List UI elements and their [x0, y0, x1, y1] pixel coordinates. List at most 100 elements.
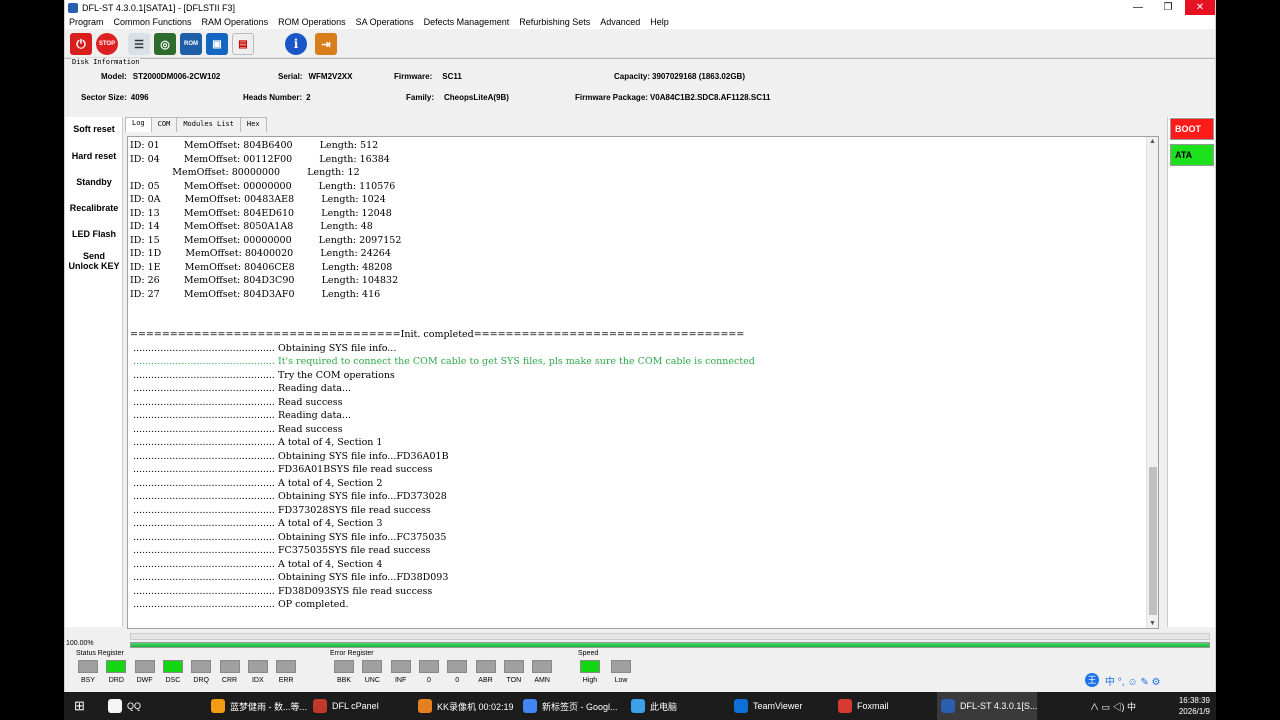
ime-toolbar[interactable]: 王 中 °, ☺ ✎ ⚙ — [1085, 673, 1160, 688]
led-flash-button[interactable]: LED Flash — [65, 229, 123, 239]
firmware-package-value: V0A84C1B2.SDC8.AF1128.SC11 — [649, 93, 771, 102]
minimize-button[interactable]: — — [1123, 0, 1153, 15]
maximize-button[interactable]: ❐ — [1153, 0, 1183, 15]
ime-status[interactable]: 中 °, ☺ ✎ ⚙ — [1105, 673, 1160, 688]
menu-program[interactable]: Program — [69, 17, 104, 27]
led-indicator — [532, 660, 553, 673]
scroll-up-icon[interactable]: ▲ — [1149, 138, 1156, 145]
system-tray[interactable]: ∧ ▭ ◁) 中 — [1090, 700, 1136, 713]
log-line: ........................................… — [130, 572, 449, 583]
menu-common-functions[interactable]: Common Functions — [114, 17, 192, 27]
menu-help[interactable]: Help — [650, 17, 669, 27]
log-line: ID: 01 MemOffset: 804B6400 Length: 512 — [130, 140, 379, 151]
tab-log[interactable]: Log — [125, 117, 152, 132]
led-label: DWF — [136, 677, 153, 684]
taskbar-item-label: DFL cPanel — [332, 701, 379, 711]
log-scrollbar[interactable]: ▲ ▼ — [1146, 137, 1158, 628]
hard-reset-button[interactable]: Hard reset — [65, 151, 123, 161]
menu-refurbishing-sets[interactable]: Refurbishing Sets — [519, 17, 590, 27]
led-label: DRD — [108, 677, 124, 684]
led-indicator — [134, 660, 155, 673]
command-button-panel: Soft reset Hard reset Standby Recalibrat… — [65, 117, 123, 627]
log-line: ........................................… — [130, 545, 431, 556]
exit-icon[interactable]: ⇥ — [315, 33, 337, 55]
menu-advanced[interactable]: Advanced — [600, 17, 640, 27]
led-label: DSC — [165, 677, 181, 684]
report-icon[interactable]: ▤ — [232, 33, 254, 55]
log-line: ........................................… — [130, 464, 433, 475]
taskbar-item-label: 此电脑 — [650, 701, 678, 712]
taskbar-item[interactable]: QQ — [104, 692, 202, 720]
led-label: BSY — [80, 677, 95, 684]
led-label: 0 — [426, 677, 431, 684]
heads-number-value: 2 — [306, 93, 311, 102]
tab-modules-list[interactable]: Modules List — [176, 117, 241, 132]
log-output-area[interactable]: ID: 01 MemOffset: 804B6400 Length: 512 ID… — [127, 136, 1159, 629]
info-icon[interactable]: i — [285, 33, 307, 55]
radar-icon[interactable]: ◎ — [154, 33, 176, 55]
family-value: CheopsLiteA(9B) — [444, 93, 509, 102]
led-label: CRR — [221, 677, 238, 684]
taskbar-item[interactable]: DFL cPanel — [309, 692, 407, 720]
led-indicator — [362, 660, 383, 673]
taskbar-item[interactable]: 此电脑 — [627, 692, 725, 720]
menu-rom-operations[interactable]: ROM Operations — [278, 17, 346, 27]
led-indicator — [418, 660, 439, 673]
log-line: ........................................… — [130, 585, 433, 597]
log-line: ........................................… — [130, 477, 383, 489]
taskbar-item[interactable]: 蓝梦健雨 - 数...等... — [207, 692, 307, 720]
menu-ram-operations[interactable]: RAM Operations — [202, 17, 269, 27]
led-label: IDX — [251, 677, 264, 684]
menu-defects-management[interactable]: Defects Management — [424, 17, 510, 27]
taskbar-item-label: KK录像机 00:02:19 — [437, 701, 514, 712]
scroll-down-icon[interactable]: ▼ — [1149, 620, 1156, 627]
list-icon[interactable]: ☰ — [128, 33, 150, 55]
scroll-thumb[interactable] — [1149, 467, 1157, 615]
log-line: ........................................… — [130, 450, 449, 462]
tab-hex[interactable]: Hex — [239, 117, 267, 132]
taskbar-item[interactable]: TeamViewer — [730, 692, 828, 720]
taskbar-item[interactable]: Foxmail — [834, 692, 932, 720]
close-button[interactable]: ✕ — [1185, 0, 1215, 15]
led-indicator — [334, 660, 354, 673]
taskbar-item[interactable]: KK录像机 00:02:19 — [414, 692, 514, 720]
app-icon — [734, 699, 748, 713]
log-line: ........................................… — [130, 518, 383, 529]
led-label: ERR — [278, 677, 294, 684]
taskbar-clock[interactable]: 16:38:39 2026/1/9 — [1179, 695, 1210, 717]
drive-icon[interactable]: ▣ — [206, 33, 228, 55]
log-text: ID: 01 MemOffset: 804B6400 Length: 512 ID… — [130, 139, 1146, 612]
taskbar-item[interactable]: DFL-ST 4.3.0.1[S... — [937, 692, 1037, 720]
log-line: ........................................… — [130, 410, 352, 421]
log-line: ID: 26 MemOffset: 804D3C90 Length: 10483… — [130, 275, 399, 286]
led-indicator — [611, 660, 631, 673]
rom-icon[interactable]: ROM — [180, 33, 202, 55]
ata-button[interactable]: ATA — [1170, 144, 1214, 166]
taskbar-item-label: TeamViewer — [753, 701, 803, 711]
windows-start-icon[interactable]: ⊞ — [70, 692, 89, 720]
led-indicator — [219, 660, 240, 673]
window-title: DFL-ST 4.3.0.1[SATA1] - [DFLSTII F3] — [82, 2, 236, 13]
log-line: ID: 27 MemOffset: 804D3AF0 Length: 416 — [130, 288, 381, 300]
disk-information-panel: Disk Information Model: ST2000DM006-2CW10… — [65, 58, 1215, 110]
app-icon — [108, 699, 122, 713]
log-line: ........................................… — [130, 423, 343, 435]
speed-indicator: Speed High Low — [574, 650, 644, 690]
stop-icon[interactable]: STOP — [96, 33, 118, 55]
recalibrate-button[interactable]: Recalibrate — [65, 203, 123, 213]
led-indicator — [276, 660, 297, 673]
led-indicator — [162, 660, 183, 673]
power-icon[interactable]: ⏻ — [70, 33, 92, 55]
standby-button[interactable]: Standby — [65, 177, 123, 187]
taskbar-item[interactable]: 新标签页 - Googl... — [519, 692, 618, 720]
log-tabs: Log COM Modules List Hex — [125, 117, 267, 132]
tab-com[interactable]: COM — [150, 117, 178, 132]
log-line: ........................................… — [130, 383, 352, 394]
ime-logo-icon[interactable]: 王 — [1085, 673, 1099, 687]
boot-button[interactable]: BOOT — [1170, 118, 1214, 140]
menu-sa-operations[interactable]: SA Operations — [356, 17, 414, 27]
send-unlock-key-button[interactable]: Send Unlock KEY — [65, 251, 123, 271]
app-icon — [941, 699, 955, 713]
led-indicator — [390, 660, 411, 673]
soft-reset-button[interactable]: Soft reset — [65, 124, 123, 134]
